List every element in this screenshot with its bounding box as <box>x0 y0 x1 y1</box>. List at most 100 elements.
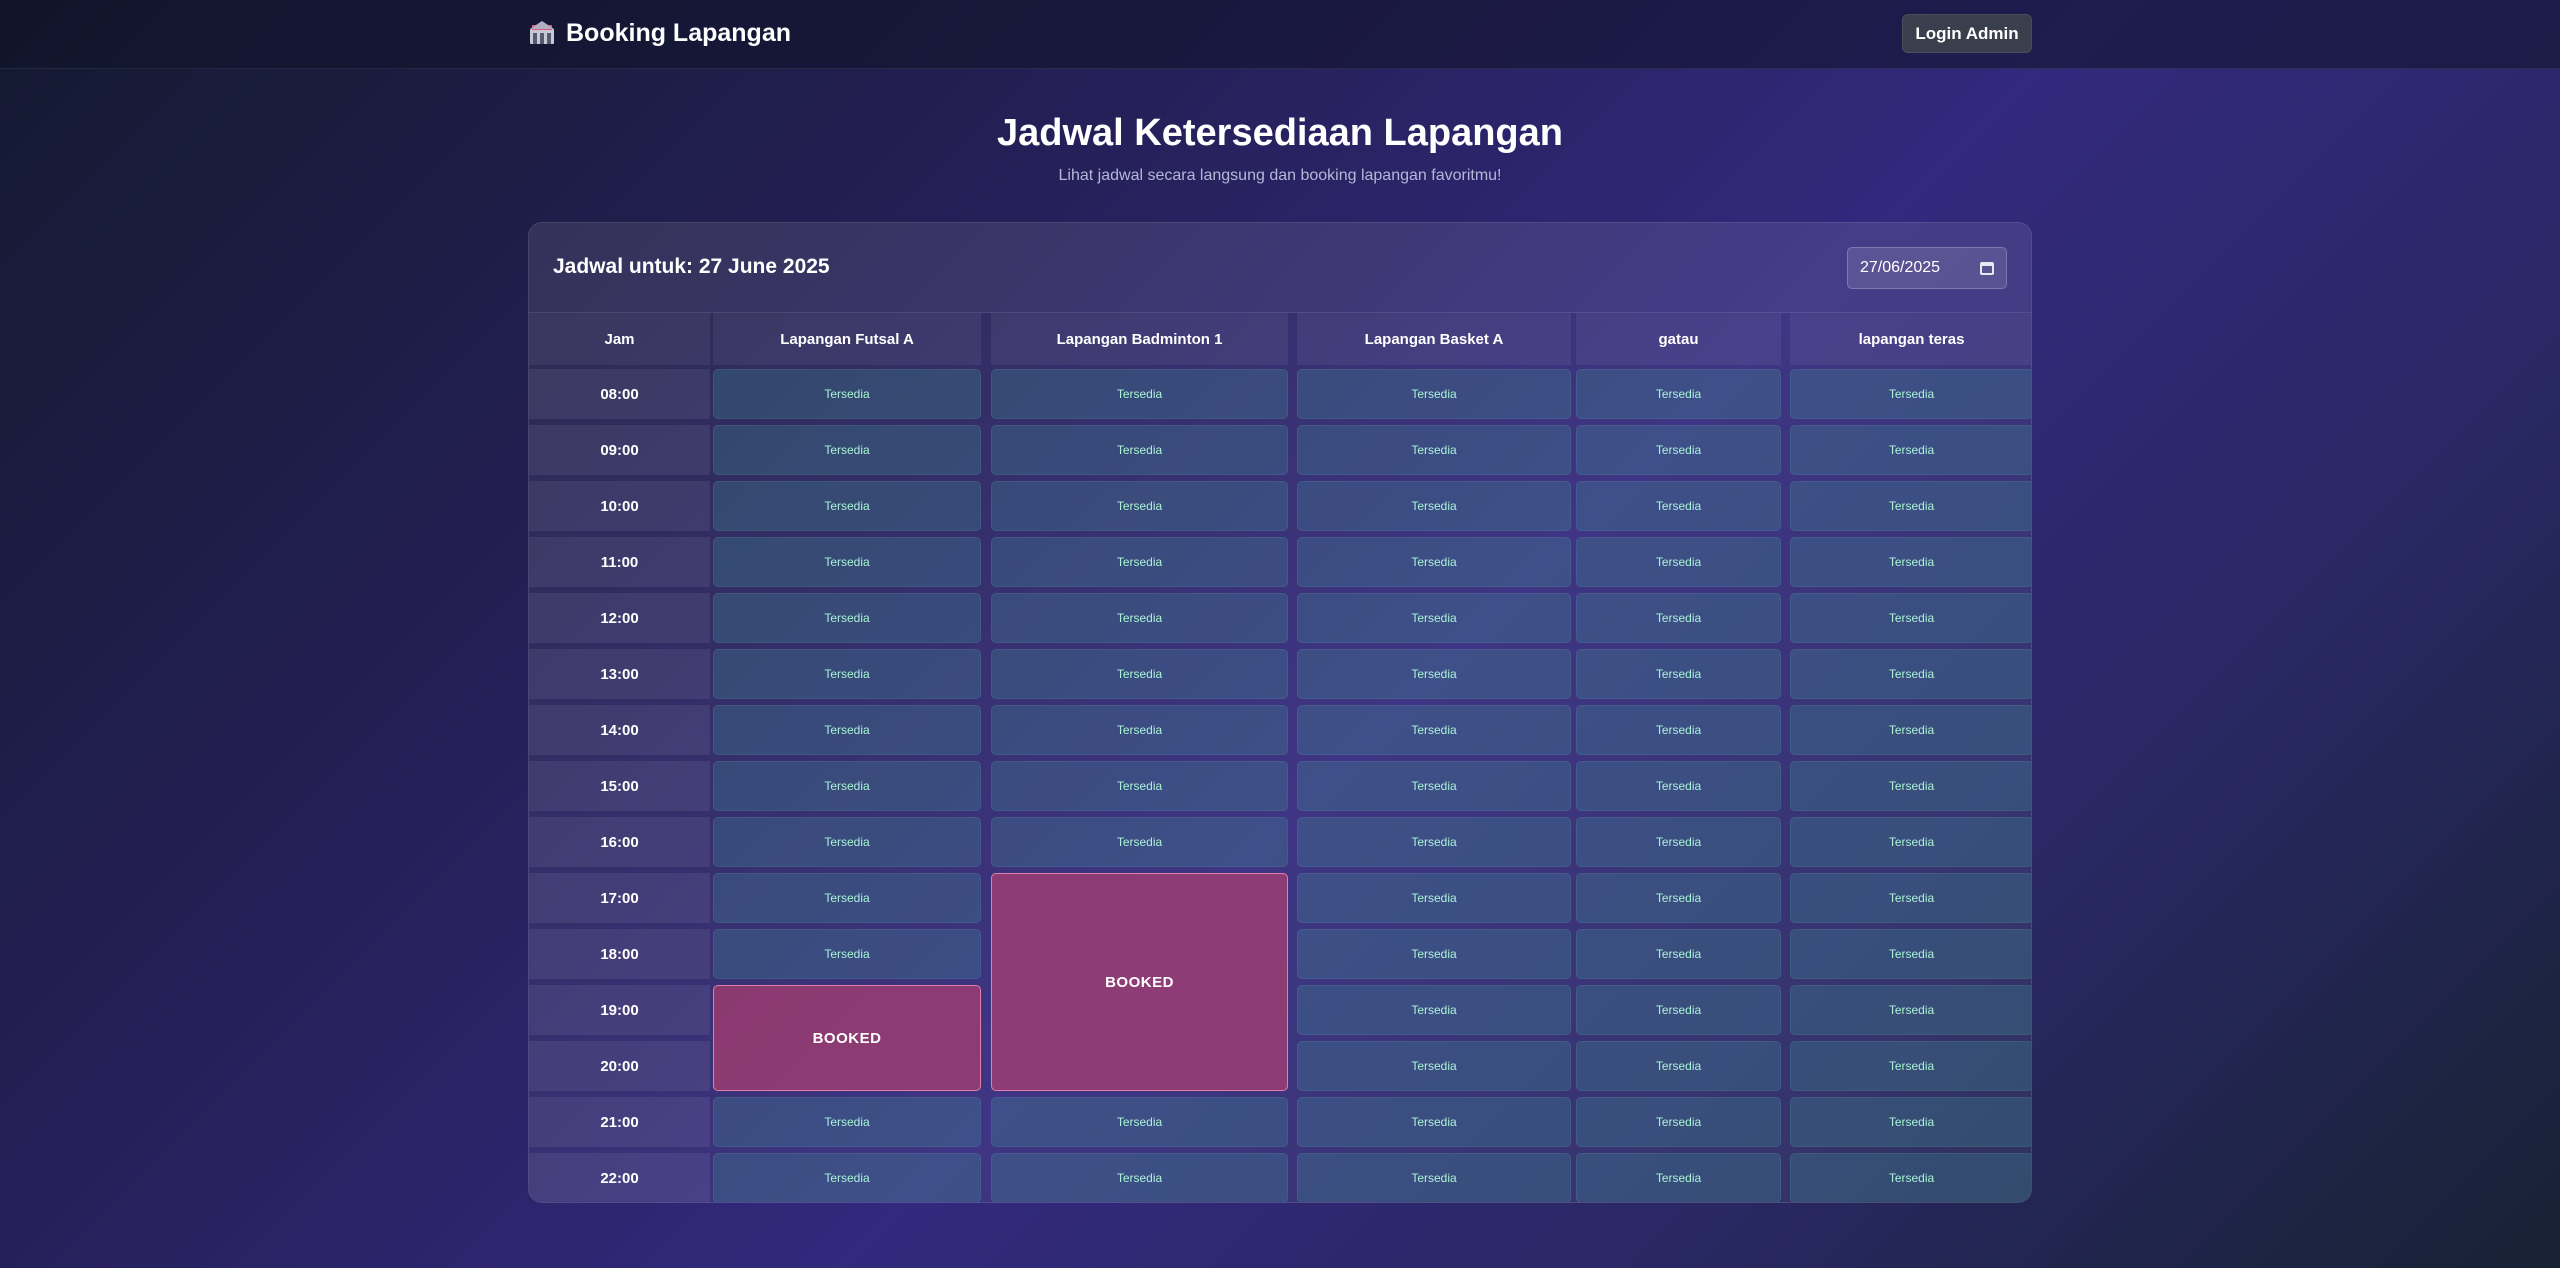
available-slot[interactable]: Tersedia <box>991 481 1288 531</box>
available-slot[interactable]: Tersedia <box>1576 369 1781 419</box>
available-slot[interactable]: Tersedia <box>1790 649 2031 699</box>
available-slot[interactable]: Tersedia <box>713 369 981 419</box>
time-slot-label: 16:00 <box>529 817 710 867</box>
top-navbar: Booking Lapangan Login Admin <box>0 0 2560 69</box>
available-slot[interactable]: Tersedia <box>713 1153 981 1202</box>
available-slot[interactable]: Tersedia <box>1576 1097 1781 1147</box>
available-slot[interactable]: Tersedia <box>713 537 981 587</box>
time-slot-label: 13:00 <box>529 649 710 699</box>
available-slot[interactable]: Tersedia <box>1576 817 1781 867</box>
login-admin-button[interactable]: Login Admin <box>1902 14 2032 53</box>
available-slot[interactable]: Tersedia <box>1576 1153 1781 1202</box>
available-slot[interactable]: Tersedia <box>991 705 1288 755</box>
available-slot[interactable]: Tersedia <box>1790 537 2031 587</box>
available-slot[interactable]: Tersedia <box>991 1153 1288 1202</box>
court-header: Lapangan Badminton 1 <box>991 313 1288 365</box>
available-slot[interactable]: Tersedia <box>1790 1097 2031 1147</box>
time-slot-label: 22:00 <box>529 1153 710 1202</box>
available-slot[interactable]: Tersedia <box>1297 481 1571 531</box>
available-slot[interactable]: Tersedia <box>1576 481 1781 531</box>
available-slot[interactable]: Tersedia <box>1576 985 1781 1035</box>
available-slot[interactable]: Tersedia <box>1790 873 2031 923</box>
available-slot[interactable]: Tersedia <box>1576 761 1781 811</box>
time-slot-label: 18:00 <box>529 929 710 979</box>
stadium-icon <box>528 20 556 46</box>
court-header: lapangan teras <box>1790 313 2031 365</box>
time-slot-label: 17:00 <box>529 873 710 923</box>
available-slot[interactable]: Tersedia <box>1790 481 2031 531</box>
available-slot[interactable]: Tersedia <box>713 761 981 811</box>
available-slot[interactable]: Tersedia <box>713 649 981 699</box>
schedule-card: Jadwal untuk: 27 June 2025 27/06/2025 Ja… <box>528 222 2032 1203</box>
available-slot[interactable]: Tersedia <box>991 369 1288 419</box>
available-slot[interactable]: Tersedia <box>1297 985 1571 1035</box>
available-slot[interactable]: Tersedia <box>713 1097 981 1147</box>
available-slot[interactable]: Tersedia <box>1297 537 1571 587</box>
brand[interactable]: Booking Lapangan <box>528 16 791 50</box>
available-slot[interactable]: Tersedia <box>1790 593 2031 643</box>
date-value: 27/06/2025 <box>1860 259 1941 276</box>
available-slot[interactable]: Tersedia <box>1297 873 1571 923</box>
available-slot[interactable]: Tersedia <box>1790 1041 2031 1091</box>
page-title: Jadwal Ketersediaan Lapangan <box>997 112 1563 154</box>
available-slot[interactable]: Tersedia <box>1297 929 1571 979</box>
available-slot[interactable]: Tersedia <box>991 649 1288 699</box>
available-slot[interactable]: Tersedia <box>713 817 981 867</box>
available-slot[interactable]: Tersedia <box>1576 705 1781 755</box>
available-slot[interactable]: Tersedia <box>713 705 981 755</box>
available-slot[interactable]: Tersedia <box>991 593 1288 643</box>
available-slot[interactable]: Tersedia <box>991 425 1288 475</box>
time-slot-label: 15:00 <box>529 761 710 811</box>
available-slot[interactable]: Tersedia <box>1297 1041 1571 1091</box>
available-slot[interactable]: Tersedia <box>1297 649 1571 699</box>
available-slot[interactable]: Tersedia <box>1576 649 1781 699</box>
time-slot-label: 20:00 <box>529 1041 710 1091</box>
available-slot[interactable]: Tersedia <box>1576 425 1781 475</box>
available-slot[interactable]: Tersedia <box>1576 1041 1781 1091</box>
time-slot-label: 19:00 <box>529 985 710 1035</box>
schedule-date-heading: Jadwal untuk: 27 June 2025 <box>553 255 830 278</box>
available-slot[interactable]: Tersedia <box>1297 705 1571 755</box>
available-slot[interactable]: Tersedia <box>1297 593 1571 643</box>
available-slot[interactable]: Tersedia <box>713 873 981 923</box>
calendar-icon[interactable] <box>1980 262 1994 275</box>
available-slot[interactable]: Tersedia <box>1576 593 1781 643</box>
available-slot[interactable]: Tersedia <box>991 761 1288 811</box>
available-slot[interactable]: Tersedia <box>1297 761 1571 811</box>
court-header: Lapangan Futsal A <box>713 313 981 365</box>
available-slot[interactable]: Tersedia <box>991 537 1288 587</box>
available-slot[interactable]: Tersedia <box>713 425 981 475</box>
schedule-card-header: Jadwal untuk: 27 June 2025 27/06/2025 <box>529 223 2031 313</box>
date-picker-input[interactable]: 27/06/2025 <box>1847 247 2007 289</box>
available-slot[interactable]: Tersedia <box>1297 1153 1571 1202</box>
available-slot[interactable]: Tersedia <box>1790 705 2031 755</box>
available-slot[interactable]: Tersedia <box>1790 929 2031 979</box>
available-slot[interactable]: Tersedia <box>713 593 981 643</box>
available-slot[interactable]: Tersedia <box>1790 369 2031 419</box>
schedule-grid: Jam Lapangan Futsal A Lapangan Badminton 1… <box>529 313 2031 1202</box>
brand-name: Booking Lapangan <box>566 18 791 47</box>
court-header: Lapangan Basket A <box>1297 313 1571 365</box>
available-slot[interactable]: Tersedia <box>713 929 981 979</box>
available-slot[interactable]: Tersedia <box>991 817 1288 867</box>
available-slot[interactable]: Tersedia <box>1297 369 1571 419</box>
booked-slot: BOOKED <box>991 873 1288 1091</box>
court-header: gatau <box>1576 313 1781 365</box>
available-slot[interactable]: Tersedia <box>1790 817 2031 867</box>
available-slot[interactable]: Tersedia <box>1576 537 1781 587</box>
time-slot-label: 14:00 <box>529 705 710 755</box>
available-slot[interactable]: Tersedia <box>1297 1097 1571 1147</box>
time-slot-label: 21:00 <box>529 1097 710 1147</box>
available-slot[interactable]: Tersedia <box>1790 761 2031 811</box>
available-slot[interactable]: Tersedia <box>1576 873 1781 923</box>
available-slot[interactable]: Tersedia <box>1790 985 2031 1035</box>
available-slot[interactable]: Tersedia <box>1790 425 2031 475</box>
available-slot[interactable]: Tersedia <box>1297 425 1571 475</box>
time-slot-label: 10:00 <box>529 481 710 531</box>
available-slot[interactable]: Tersedia <box>1576 929 1781 979</box>
time-column-header: Jam <box>529 313 710 365</box>
available-slot[interactable]: Tersedia <box>991 1097 1288 1147</box>
available-slot[interactable]: Tersedia <box>1790 1153 2031 1202</box>
available-slot[interactable]: Tersedia <box>1297 817 1571 867</box>
available-slot[interactable]: Tersedia <box>713 481 981 531</box>
